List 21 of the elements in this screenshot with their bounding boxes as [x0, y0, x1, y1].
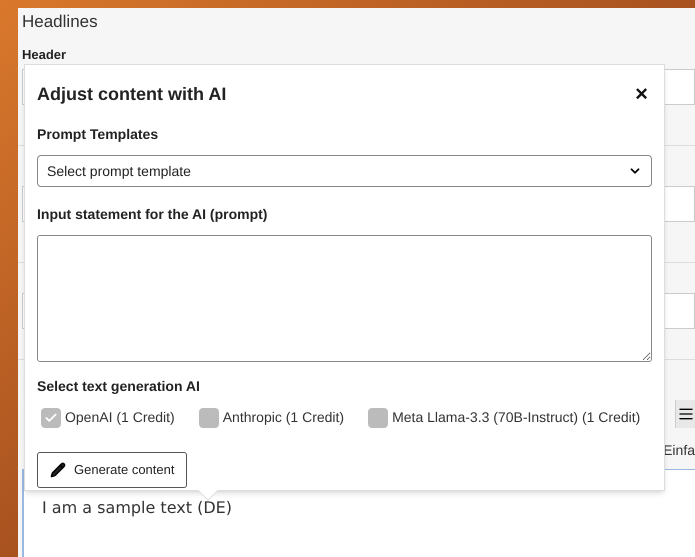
- toolbar-text: Einfa: [663, 440, 695, 460]
- field-label: Input statement for the AI (prompt): [37, 205, 268, 224]
- checkbox[interactable]: [198, 408, 219, 428]
- editor-text: I am a sample text (DE): [42, 498, 232, 516]
- ai-option[interactable]: Meta Llama-3.3 (70B-Instruct) (1 Credit): [368, 407, 640, 428]
- pencil-icon: [50, 462, 66, 478]
- ai-option[interactable]: OpenAI (1 Credit): [41, 407, 175, 428]
- field-label: Header: [22, 46, 66, 62]
- ai-option[interactable]: Anthropic (1 Credit): [198, 407, 344, 428]
- prompt-field[interactable]: [37, 235, 652, 362]
- template-select[interactable]: Select prompt template: [37, 155, 652, 187]
- field-label: Select text generation AI: [37, 377, 200, 396]
- checkbox[interactable]: [368, 408, 388, 428]
- align-icon[interactable]: [675, 400, 695, 428]
- check-icon: [44, 410, 58, 424]
- field-label: Prompt Templates: [37, 125, 158, 144]
- generate-button[interactable]: Generate content: [37, 452, 188, 488]
- dialog-title: Adjust content with AI: [37, 83, 226, 106]
- close-button[interactable]: ×: [635, 82, 648, 104]
- checkbox[interactable]: [41, 408, 61, 428]
- page-title: Headlines: [22, 11, 98, 33]
